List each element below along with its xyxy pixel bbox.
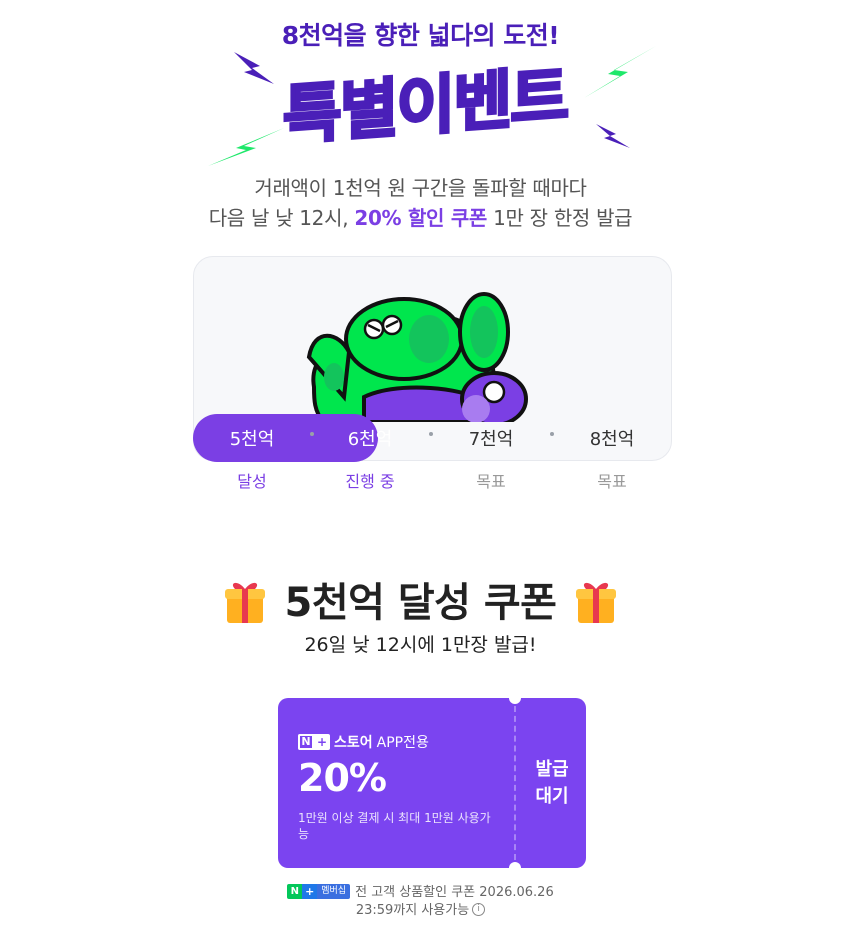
step-status-achieved: 달성	[237, 472, 267, 491]
coupon-brand: N + 스토어 APP전용	[298, 732, 429, 752]
discount-coupon[interactable]: N + 스토어 APP전용 20% 1만원 이상 결제 시 최대 1만원 사용가능…	[278, 692, 586, 874]
coupon-perforation	[514, 706, 516, 860]
special-event-title-graphic: 특별이벤트	[281, 58, 568, 155]
naver-plus-logo: N +	[298, 734, 330, 750]
coupon-notch	[509, 692, 521, 704]
coupon-store-label: 스토어	[334, 735, 373, 751]
coupon-footnote-line2: 23:59까지 사용가능 i	[0, 899, 841, 918]
coupon-section-title: 5천억 달성 쿠폰	[0, 570, 841, 629]
step-7000: 7천억	[468, 429, 514, 450]
step-status-in-progress: 진행 중	[345, 472, 395, 491]
coupon-notch	[509, 862, 521, 874]
step-6000: 6천억	[347, 429, 393, 450]
coupon-issue-status-button[interactable]: 발급 대기	[518, 756, 586, 810]
gift-icon	[224, 582, 265, 623]
gift-icon	[576, 582, 617, 623]
naver-membership-badge: N + 멤버십	[287, 884, 351, 899]
coupon-section-subtitle: 26일 낮 12시에 1만장 발급!	[304, 634, 537, 656]
special-event-title-text: 특별이벤트	[283, 62, 567, 152]
lightning-bolt-icon	[584, 46, 656, 98]
event-description-line1: 거래액이 1천억 원 구간을 돌파할 때마다	[254, 176, 587, 200]
step-status-target: 목표	[597, 472, 627, 491]
step-5000: 5천억	[229, 429, 275, 450]
lightning-bolt-icon	[208, 128, 284, 166]
coupon-discount-value: 20%	[298, 756, 387, 800]
footnote-text: 전 고객 상품할인 쿠폰 2026.06.26	[355, 885, 554, 900]
step-status-target: 목표	[476, 472, 506, 491]
special-event-title: 특별이벤트	[280, 58, 570, 155]
step-8000: 8천억	[589, 429, 635, 450]
event-headline: 8천억을 향한 넓다의 도전!	[281, 21, 560, 50]
issue-status-line2: 대기	[535, 786, 569, 807]
desc-text: 다음 날 낮 12시,	[208, 206, 355, 230]
info-icon[interactable]: i	[472, 903, 486, 916]
lightning-bolt-icon	[596, 124, 630, 148]
coupon-footnote-line1: N + 멤버십 전 고객 상품할인 쿠폰 2026.06.26	[0, 881, 841, 900]
desc-text: 1만 장 한정 발급	[487, 206, 633, 230]
lightning-bolt-icon	[234, 52, 274, 84]
issue-status-line1: 발급	[535, 759, 569, 780]
footnote-validity: 23:59까지 사용가능	[355, 903, 470, 918]
coupon-title-text: 5천억 달성 쿠폰	[284, 580, 557, 626]
coupon-condition: 1만원 이상 결제 시 최대 1만원 사용가능	[298, 811, 491, 841]
discount-highlight: 20% 할인 쿠폰	[354, 206, 488, 230]
event-description-line2: 다음 날 낮 12시, 20% 할인 쿠폰 1만 장 한정 발급	[0, 202, 841, 231]
mascot-illustration	[306, 292, 528, 422]
coupon-app-only-label: APP전용	[376, 735, 429, 751]
